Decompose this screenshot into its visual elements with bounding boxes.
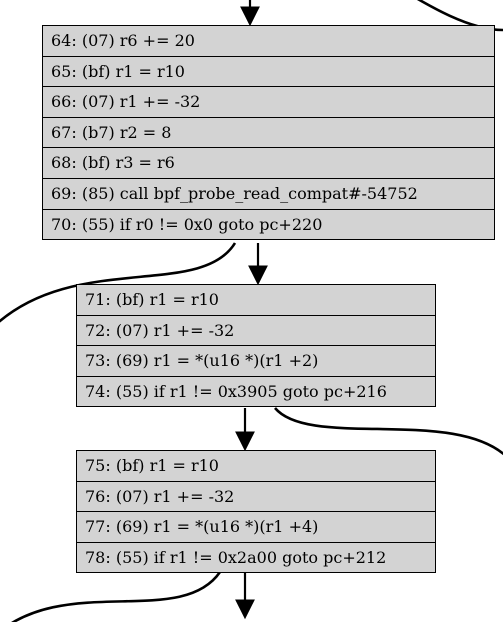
insn-65: 65: (bf) r1 = r10 (43, 57, 494, 88)
insn-68: 68: (bf) r3 = r6 (43, 148, 494, 179)
insn-76: 76: (07) r1 += -32 (77, 482, 435, 513)
bb-71-74: 71: (bf) r1 = r10 72: (07) r1 += -32 73:… (76, 284, 436, 407)
insn-67: 67: (b7) r2 = 8 (43, 118, 494, 149)
insn-70: 70: (55) if r0 != 0x0 goto pc+220 (43, 210, 494, 240)
insn-72: 72: (07) r1 += -32 (77, 316, 435, 347)
bb-64-70: 64: (07) r6 += 20 65: (bf) r1 = r10 66: … (42, 25, 495, 240)
insn-64: 64: (07) r6 += 20 (43, 26, 494, 57)
edge-c-branch-left (0, 572, 220, 622)
insn-69: 69: (85) call bpf_probe_read_compat#-547… (43, 179, 494, 210)
insn-77: 77: (69) r1 = *(u16 *)(r1 +4) (77, 512, 435, 543)
insn-78: 78: (55) if r1 != 0x2a00 goto pc+212 (77, 543, 435, 573)
insn-74: 74: (55) if r1 != 0x3905 goto pc+216 (77, 377, 435, 407)
insn-75: 75: (bf) r1 = r10 (77, 451, 435, 482)
bb-75-78: 75: (bf) r1 = r10 76: (07) r1 += -32 77:… (76, 450, 436, 573)
cfg-canvas: 64: (07) r6 += 20 65: (bf) r1 = r10 66: … (0, 0, 503, 622)
insn-73: 73: (69) r1 = *(u16 *)(r1 +2) (77, 346, 435, 377)
insn-66: 66: (07) r1 += -32 (43, 87, 494, 118)
insn-71: 71: (bf) r1 = r10 (77, 285, 435, 316)
